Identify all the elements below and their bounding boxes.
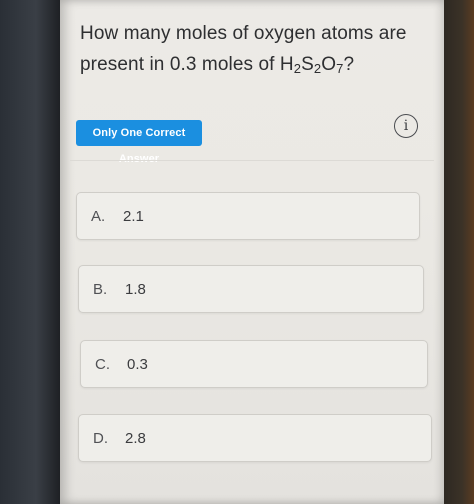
info-icon[interactable]: i [394, 114, 418, 138]
question-type-badge: Only One Correct Answer [76, 120, 202, 165]
divider [70, 160, 434, 161]
option-value: 0.3 [127, 356, 148, 373]
option-value: 1.8 [125, 281, 146, 298]
phone-screen: How many moles of oxygen atoms are prese… [60, 0, 444, 504]
option-letter: B. [93, 281, 108, 298]
formula-o: O [321, 54, 337, 75]
option-d[interactable]: D. 2.8 [78, 414, 432, 462]
desk-background-left [0, 0, 60, 504]
formula-h: H [279, 54, 294, 75]
option-value: 2.8 [125, 430, 146, 447]
formula-h-subscript: 2 [293, 61, 302, 76]
option-letter: D. [93, 430, 108, 447]
option-letter: C. [95, 356, 110, 373]
question-text-main: How many moles of oxygen atoms are prese… [80, 23, 407, 75]
formula-s: S [301, 54, 314, 75]
question-mark: ? [343, 54, 355, 75]
chemical-formula: H2S2O7 [279, 54, 344, 76]
option-value: 2.1 [123, 208, 144, 225]
option-b[interactable]: B. 1.8 [78, 265, 424, 313]
option-c[interactable]: C. 0.3 [80, 340, 428, 388]
option-a[interactable]: A. 2.1 [76, 192, 420, 240]
option-letter: A. [91, 208, 106, 225]
question-text: How many moles of oxygen atoms are prese… [80, 18, 420, 84]
